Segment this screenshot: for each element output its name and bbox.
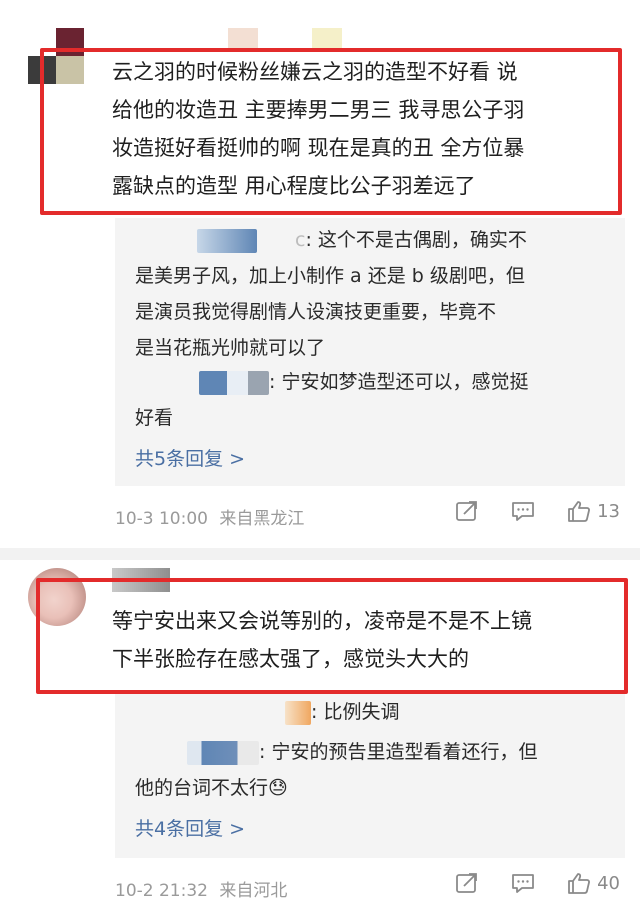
reply-item[interactable]: c: 这个不是古偶剧，确实不 是美男子风，加上小制作 a 还是 b 级剧吧，但 …	[135, 222, 605, 366]
comment-text: 云之羽的时候粉丝嫌云之羽的造型不好看 说 给他的妆造丑 主要捧男二男三 我寻思公…	[112, 60, 525, 198]
reply-item[interactable]: : 比例失调	[135, 694, 605, 730]
reply-username-blurred[interactable]	[187, 740, 259, 765]
comment-location: 来自黑龙江	[219, 509, 305, 529]
comment-location: 来自河北	[219, 881, 288, 901]
share-icon[interactable]	[455, 500, 479, 522]
comment-icon[interactable]	[511, 872, 535, 894]
reply-username-blurred[interactable]	[285, 700, 311, 725]
thumbs-up-icon[interactable]	[567, 872, 591, 894]
reply-item[interactable]: : 宁安如梦造型还可以，感觉挺 好看	[135, 364, 605, 436]
comment-date: 10-2 21:32	[115, 881, 208, 901]
reply-item[interactable]: : 宁安的预告里造型看着还行，但 他的台词不太行😓	[135, 734, 605, 806]
comment-text: 等宁安出来又会说等别的，凌帝是不是不上镜 下半张脸存在感太强了，感觉头大大的	[112, 609, 532, 671]
comment-icon[interactable]	[511, 500, 535, 522]
comment-date: 10-3 10:00	[115, 509, 208, 529]
comment-meta: 10-2 21:32 来自河北	[115, 876, 287, 901]
comment-card: 云之羽的时候粉丝嫌云之羽的造型不好看 说 给他的妆造丑 主要捧男二男三 我寻思公…	[0, 0, 640, 548]
more-replies-link[interactable]: 共4条回复 >	[135, 814, 245, 841]
comment-actions: 40	[423, 872, 620, 894]
comment-divider	[0, 548, 640, 560]
comment-meta: 10-3 10:00 来自黑龙江	[115, 504, 304, 529]
more-replies-link[interactable]: 共5条回复 >	[135, 444, 245, 471]
comment-actions: 13	[423, 500, 620, 522]
thumbs-up-icon[interactable]	[567, 500, 591, 522]
username-blurred[interactable]	[228, 28, 258, 50]
replies-panel: c: 这个不是古偶剧，确实不 是美男子风，加上小制作 a 还是 b 级剧吧，但 …	[115, 218, 625, 486]
reply-username-blurred[interactable]	[199, 370, 269, 395]
like-count: 40	[597, 872, 620, 894]
username-blurred[interactable]	[312, 28, 342, 50]
replies-panel: : 比例失调 : 宁安的预告里造型看着还行，但 他的台词不太行😓 共4条回复 >	[115, 694, 625, 858]
like-count: 13	[597, 500, 620, 522]
comment-card: 等宁安出来又会说等别的，凌帝是不是不上镜 下半张脸存在感太强了，感觉头大大的 :…	[0, 560, 640, 911]
reply-username-blurred[interactable]	[197, 228, 257, 253]
share-icon[interactable]	[455, 872, 479, 894]
